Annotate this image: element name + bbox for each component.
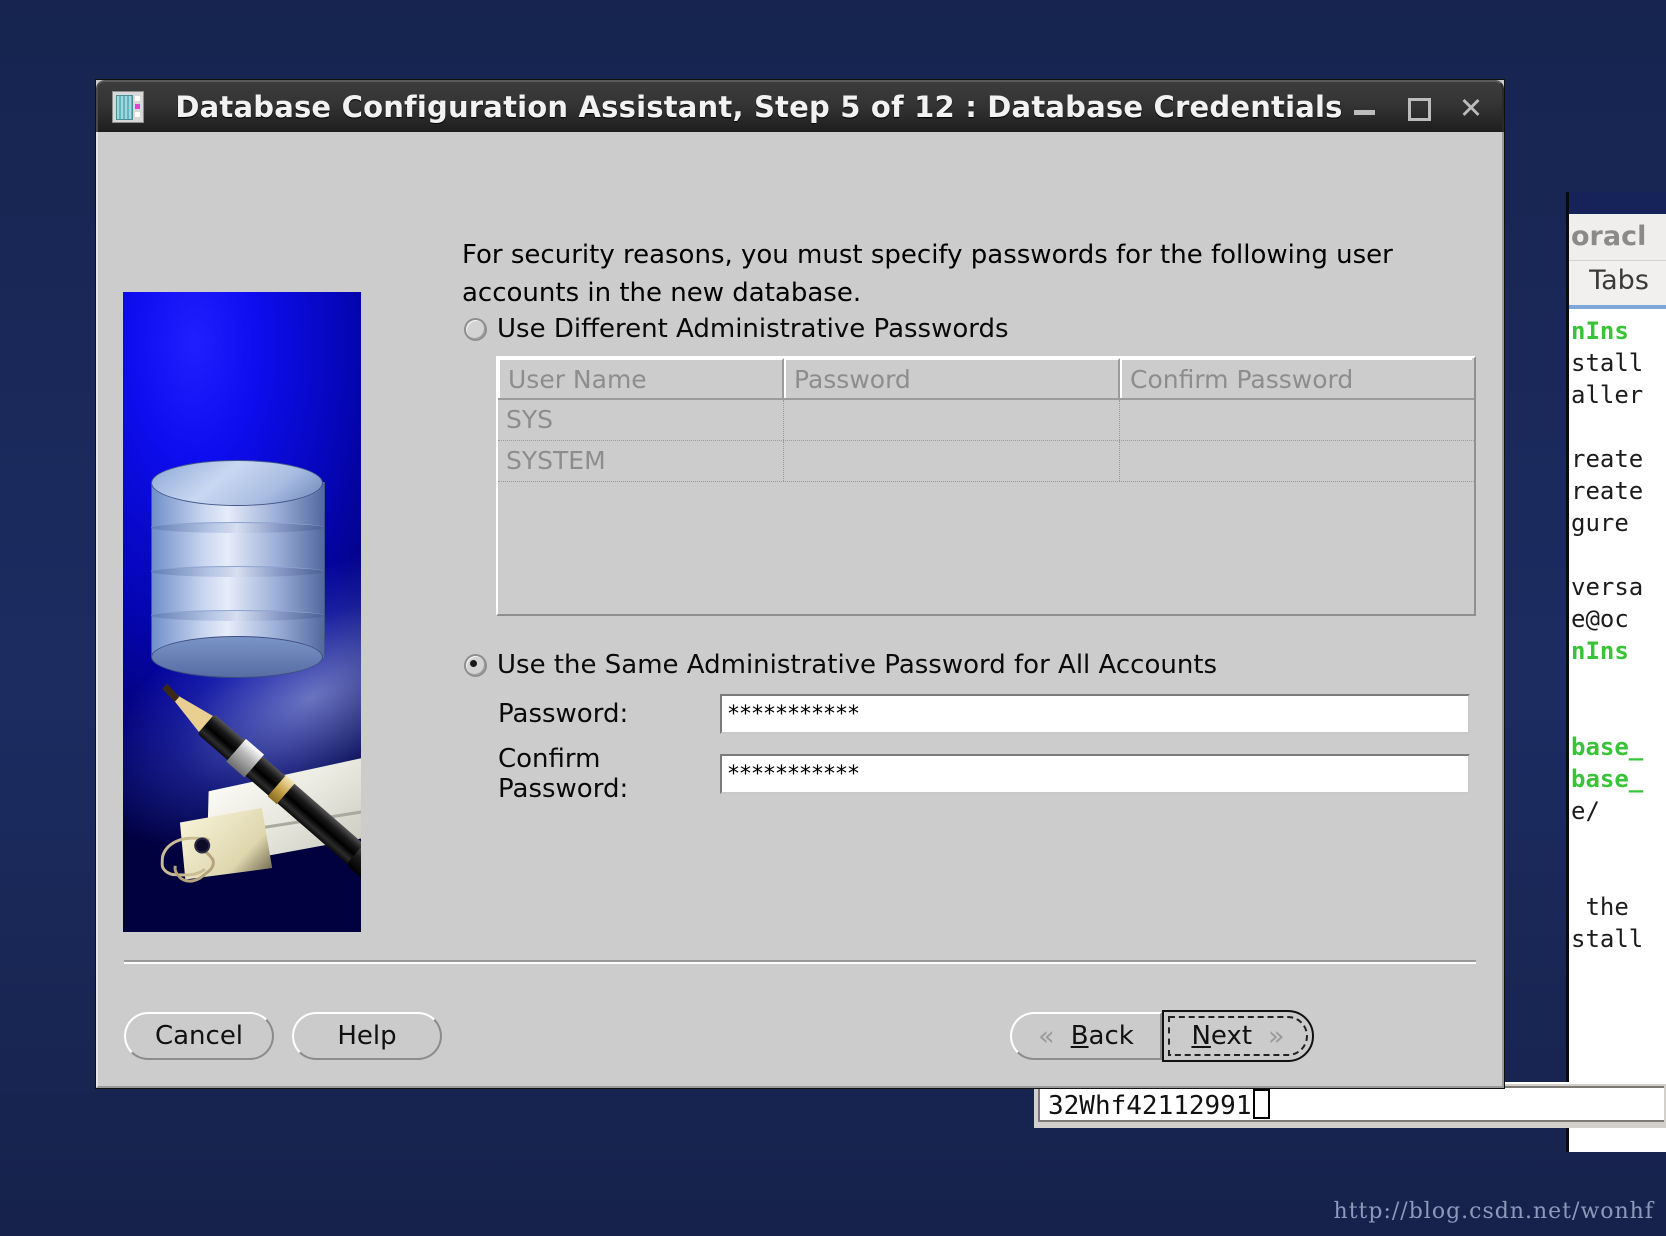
confirm-password-input[interactable]: *********** (720, 754, 1470, 794)
background-terminal-output: nIns stall aller reate reate gure versa e@oc n… (1569, 309, 1666, 1152)
radio-use-different-passwords[interactable]: Use Different Administrative Passwords (464, 314, 1009, 344)
dialog-titlebar[interactable]: Database Configuration Assistant, Step 5… (96, 80, 1504, 132)
terminal-line: base_ (1571, 733, 1644, 761)
watermark-url: http://blog.csdn.net/wonhf (1333, 1199, 1654, 1224)
terminal-line: the (1571, 893, 1629, 921)
cell-password[interactable] (784, 400, 1120, 440)
database-assistant-icon (112, 91, 144, 123)
maximize-icon[interactable] (1405, 95, 1431, 121)
next-button[interactable]: Next » (1162, 1010, 1314, 1062)
terminal-line: nIns (1571, 317, 1629, 345)
background-text-input-value: 32Whf42112991 (1048, 1091, 1252, 1121)
cell-confirm-password[interactable] (1120, 400, 1472, 440)
terminal-line: aller (1571, 381, 1644, 409)
terminal-line: reate (1571, 477, 1644, 505)
minimize-icon[interactable] (1352, 95, 1378, 121)
cell-user-name[interactable]: SYSTEM (498, 441, 784, 481)
terminal-line: e@oc (1571, 605, 1629, 633)
chevron-right-icon: » (1268, 1020, 1285, 1052)
next-mnemonic: N (1191, 1021, 1211, 1051)
background-terminal-window[interactable]: oracl Tabs nIns stall aller reate reate gure… (1566, 192, 1666, 1152)
help-button[interactable]: Help (292, 1012, 442, 1060)
cancel-button[interactable]: Cancel (124, 1012, 274, 1060)
table-header-row: User Name Password Confirm Password (498, 358, 1474, 400)
background-terminal-titlebar (1569, 192, 1666, 214)
password-input[interactable]: *********** (720, 694, 1470, 734)
button-bar-separator (124, 960, 1476, 964)
terminal-line: stall (1571, 349, 1644, 377)
background-terminal-tabs[interactable]: Tabs (1569, 261, 1666, 309)
confirm-password-field-row: Confirm Password: *********** (498, 744, 1470, 804)
database-credentials-illustration (123, 292, 361, 932)
column-header-confirm-password[interactable]: Confirm Password (1120, 358, 1472, 398)
database-configuration-assistant-dialog: Database Configuration Assistant, Step 5… (96, 80, 1504, 1088)
password-label: Password: (498, 699, 629, 729)
back-rest: ack (1088, 1021, 1134, 1051)
background-text-input[interactable]: 32Whf42112991 (1038, 1086, 1664, 1122)
close-icon[interactable]: ✕ (1458, 94, 1484, 123)
terminal-line: gure (1571, 509, 1629, 537)
next-rest: ext (1210, 1021, 1253, 1051)
password-field-row: Password: *********** (498, 694, 1470, 734)
radio-use-same-password[interactable]: Use the Same Administrative Password for… (464, 650, 1217, 680)
text-caret (1252, 1089, 1270, 1119)
window-controls: ✕ (1352, 82, 1484, 134)
credentials-table[interactable]: User Name Password Confirm Password SYS … (496, 356, 1476, 616)
terminal-line: versa (1571, 573, 1644, 601)
intro-text: For security reasons, you must specify p… (462, 240, 1393, 308)
radio-same-indicator[interactable] (464, 653, 487, 677)
terminal-line: e/ (1571, 797, 1600, 825)
terminal-line: reate (1571, 445, 1644, 473)
database-cylinder-icon (151, 460, 325, 680)
navigation-button-group: « Back Next » (1010, 1010, 1314, 1062)
terminal-line: base_ (1571, 765, 1644, 793)
radio-different-indicator[interactable] (464, 317, 487, 341)
background-terminal-menubar[interactable]: oracl (1569, 214, 1666, 261)
dialog-title: Database Configuration Assistant, Step 5… (175, 90, 1343, 124)
radio-different-label: Use Different Administrative Passwords (497, 314, 1009, 344)
cell-password[interactable] (784, 441, 1120, 481)
terminal-line: nIns (1571, 637, 1629, 665)
back-button[interactable]: « Back (1010, 1012, 1162, 1060)
next-button-label: Next (1191, 1021, 1252, 1051)
terminal-line: stall (1571, 925, 1644, 953)
confirm-password-label: Confirm Password: (498, 744, 629, 804)
chevron-left-icon: « (1038, 1020, 1055, 1052)
cell-confirm-password[interactable] (1120, 441, 1472, 481)
column-header-password[interactable]: Password (784, 358, 1120, 398)
back-button-label: Back (1071, 1021, 1134, 1051)
table-row[interactable]: SYS (498, 400, 1474, 441)
dialog-body: For security reasons, you must specify p… (96, 132, 1504, 1088)
table-row[interactable]: SYSTEM (498, 441, 1474, 482)
back-mnemonic: B (1070, 1021, 1089, 1051)
cell-user-name[interactable]: SYS (498, 400, 784, 440)
column-header-user-name[interactable]: User Name (498, 358, 784, 398)
radio-same-label: Use the Same Administrative Password for… (497, 650, 1218, 680)
